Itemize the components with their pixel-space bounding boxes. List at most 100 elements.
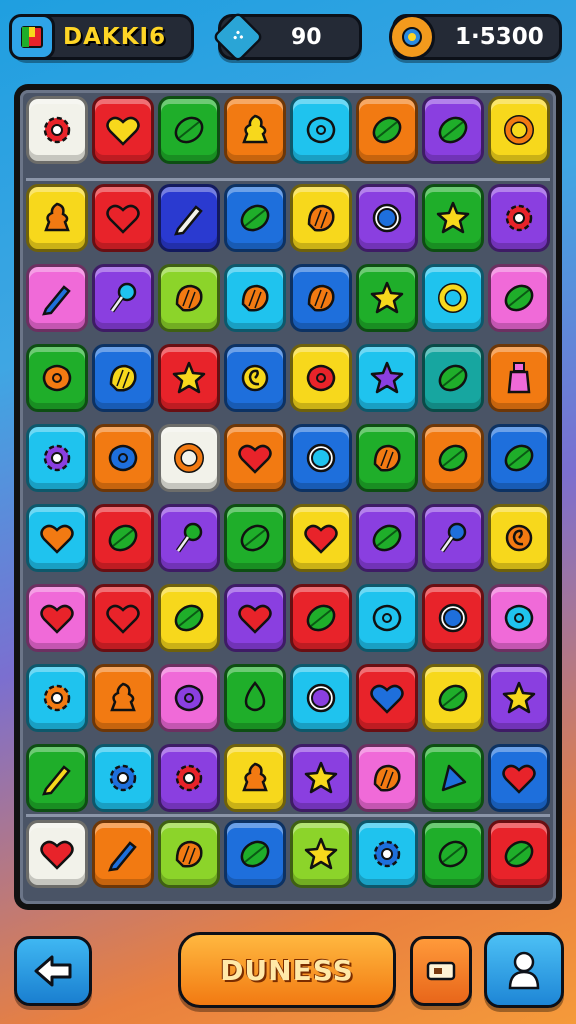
tile-orb[interactable]: [356, 184, 418, 252]
blob-icon: [504, 604, 534, 632]
tile-leaf[interactable]: [356, 96, 418, 164]
profile-button[interactable]: [484, 932, 564, 1008]
tile-heart[interactable]: [224, 584, 286, 652]
tile-triangle[interactable]: [422, 744, 484, 812]
score-value: 1·5300: [455, 24, 544, 50]
tile-blob[interactable]: [158, 664, 220, 732]
tile-heart[interactable]: [488, 744, 550, 812]
tile-drop[interactable]: [224, 664, 286, 732]
tile-gear[interactable]: [488, 184, 550, 252]
tile-pin[interactable]: [422, 504, 484, 572]
tile-gear[interactable]: [92, 744, 154, 812]
tile-blob[interactable]: [488, 584, 550, 652]
tile-leaf[interactable]: [290, 584, 352, 652]
tile-heart[interactable]: [26, 584, 88, 652]
tile-heart[interactable]: [290, 504, 352, 572]
moves-panel: 90: [211, 10, 362, 64]
tile-orb[interactable]: [422, 584, 484, 652]
tile-star[interactable]: [422, 184, 484, 252]
tile-ring[interactable]: [422, 264, 484, 332]
tile-gear[interactable]: [26, 664, 88, 732]
drop-icon: [244, 680, 266, 712]
tile-heart[interactable]: [92, 584, 154, 652]
tile-blob[interactable]: [290, 96, 352, 164]
tile-star[interactable]: [290, 744, 352, 812]
tile-leaf[interactable]: [158, 96, 220, 164]
pen-icon: [42, 765, 71, 796]
tile-leaf[interactable]: [356, 504, 418, 572]
tile-pin[interactable]: [92, 264, 154, 332]
tile-leaf[interactable]: [224, 820, 286, 888]
tile-leaf[interactable]: [158, 584, 220, 652]
tile-pen[interactable]: [26, 264, 88, 332]
tile-star[interactable]: [356, 264, 418, 332]
back-button[interactable]: [14, 936, 92, 1006]
tile-cream[interactable]: [26, 184, 88, 252]
tile-swirl[interactable]: [488, 504, 550, 572]
tile-heart[interactable]: [224, 424, 286, 492]
tile-leaf[interactable]: [488, 424, 550, 492]
tile-star[interactable]: [290, 820, 352, 888]
tile-gear[interactable]: [356, 820, 418, 888]
tile-leaf[interactable]: [422, 424, 484, 492]
tile-shell[interactable]: [356, 744, 418, 812]
book-icon: [9, 14, 55, 60]
tile-cream[interactable]: [224, 96, 286, 164]
tile-shell[interactable]: [92, 344, 154, 412]
main-action-button[interactable]: DUNESS: [178, 932, 396, 1008]
gear-icon: [109, 764, 137, 792]
tile-shell[interactable]: [158, 264, 220, 332]
tile-heart[interactable]: [26, 504, 88, 572]
shell-icon: [175, 284, 203, 312]
leaf-icon: [108, 524, 138, 552]
tile-blob[interactable]: [356, 584, 418, 652]
tile-pin[interactable]: [158, 504, 220, 572]
tile-leaf[interactable]: [422, 344, 484, 412]
tile-pen[interactable]: [158, 184, 220, 252]
tile-blob[interactable]: [26, 344, 88, 412]
leaf-icon: [438, 840, 468, 868]
tile-orb[interactable]: [290, 664, 352, 732]
tile-pen[interactable]: [92, 820, 154, 888]
tile-bottle[interactable]: [488, 344, 550, 412]
shell-icon: [241, 284, 269, 312]
tile-gear[interactable]: [26, 96, 88, 164]
tile-leaf[interactable]: [422, 96, 484, 164]
tile-pen[interactable]: [26, 744, 88, 812]
tile-leaf[interactable]: [224, 504, 286, 572]
ring-icon: [438, 283, 468, 313]
tile-leaf[interactable]: [488, 264, 550, 332]
tile-blob[interactable]: [290, 344, 352, 412]
tile-shell[interactable]: [356, 424, 418, 492]
tile-shell[interactable]: [224, 264, 286, 332]
tile-cream[interactable]: [92, 664, 154, 732]
tile-cream[interactable]: [224, 744, 286, 812]
tile-star[interactable]: [488, 664, 550, 732]
person-icon: [508, 951, 540, 990]
tile-heart[interactable]: [92, 96, 154, 164]
tile-leaf[interactable]: [488, 820, 550, 888]
blob-icon: [108, 444, 138, 472]
tile-orb[interactable]: [290, 424, 352, 492]
tile-heart[interactable]: [92, 184, 154, 252]
tile-shell[interactable]: [290, 184, 352, 252]
tile-blob[interactable]: [92, 424, 154, 492]
tile-leaf[interactable]: [422, 664, 484, 732]
tile-shell[interactable]: [290, 264, 352, 332]
tile-ring[interactable]: [488, 96, 550, 164]
tile-heart[interactable]: [26, 820, 88, 888]
tile-leaf[interactable]: [92, 504, 154, 572]
star-icon: [436, 201, 470, 234]
shop-button[interactable]: [410, 936, 472, 1006]
tile-star[interactable]: [356, 344, 418, 412]
tile-star[interactable]: [158, 344, 220, 412]
tile-ring[interactable]: [158, 424, 220, 492]
tile-leaf[interactable]: [422, 820, 484, 888]
tile-shell[interactable]: [158, 820, 220, 888]
tile-heart[interactable]: [356, 664, 418, 732]
tile-leaf[interactable]: [224, 184, 286, 252]
tile-swirl[interactable]: [224, 344, 286, 412]
tile-gear[interactable]: [158, 744, 220, 812]
pin-icon: [109, 282, 137, 313]
tile-gear[interactable]: [26, 424, 88, 492]
